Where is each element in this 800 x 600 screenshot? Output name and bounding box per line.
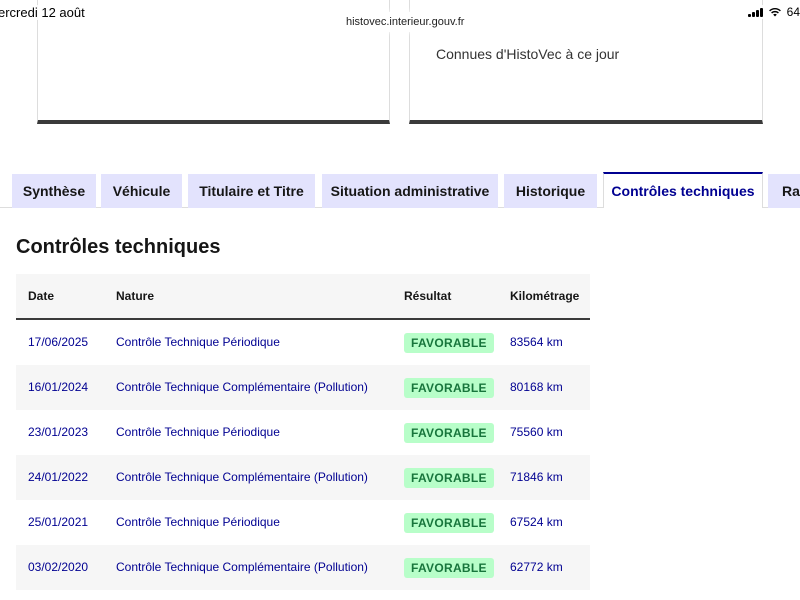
- result-badge: FAVORABLE: [404, 422, 494, 443]
- cell-nature: Contrôle Technique Complémentaire (Pollu…: [116, 380, 368, 394]
- cell-nature: Contrôle Technique Périodique: [116, 425, 280, 439]
- section-title: Contrôles techniques: [16, 236, 221, 258]
- table-header: Date Nature Résultat Kilométrage: [16, 274, 590, 320]
- table-row: 24/01/2022 Contrôle Technique Complément…: [16, 455, 590, 500]
- cell-nature: Contrôle Technique Périodique: [116, 515, 280, 529]
- cell-nature: Contrôle Technique Complémentaire (Pollu…: [116, 470, 368, 484]
- column-header-date: Date: [28, 289, 55, 303]
- tab-rapport[interactable]: Rap: [768, 174, 800, 208]
- tab-bar: Synthèse Véhicule Titulaire et Titre Sit…: [0, 172, 800, 208]
- cell-km: 83564 km: [510, 335, 563, 349]
- result-badge: FAVORABLE: [404, 377, 494, 398]
- table-row: 03/02/2020 Contrôle Technique Complément…: [16, 545, 590, 590]
- table-row: 16/01/2024 Contrôle Technique Complément…: [16, 365, 590, 410]
- tab-vehicule[interactable]: Véhicule: [101, 174, 182, 208]
- cell-date: 24/01/2022: [28, 470, 89, 484]
- table-row: 17/06/2025 Contrôle Technique Périodique…: [16, 320, 590, 365]
- card-right-text: Connues d'HistoVec à ce jour: [436, 46, 620, 62]
- tab-synthese[interactable]: Synthèse: [12, 174, 96, 208]
- result-badge: FAVORABLE: [404, 467, 494, 488]
- cell-result: FAVORABLE: [404, 545, 494, 590]
- result-badge: FAVORABLE: [404, 557, 494, 578]
- cell-km: 75560 km: [510, 425, 563, 439]
- cellular-signal-icon: [747, 7, 763, 17]
- tab-controles-techniques[interactable]: Contrôles techniques: [603, 172, 763, 208]
- cell-result: FAVORABLE: [404, 455, 494, 500]
- cell-date: 03/02/2020: [28, 560, 89, 574]
- cell-nature: Contrôle Technique Périodique: [116, 335, 280, 349]
- cell-result: FAVORABLE: [404, 410, 494, 455]
- cell-result: FAVORABLE: [404, 320, 494, 365]
- table-row: 23/01/2023 Contrôle Technique Périodique…: [16, 410, 590, 455]
- cell-km: 80168 km: [510, 380, 563, 394]
- status-date: ercredi 12 août: [0, 5, 89, 20]
- cell-date: 23/01/2023: [28, 425, 89, 439]
- cell-nature: Contrôle Technique Complémentaire (Pollu…: [116, 560, 368, 574]
- wifi-icon: [768, 7, 781, 17]
- table-row: 25/01/2021 Contrôle Technique Périodique…: [16, 500, 590, 545]
- result-badge: FAVORABLE: [404, 332, 494, 353]
- battery-percentage: 64: [786, 5, 800, 19]
- column-header-result: Résultat: [404, 289, 452, 303]
- cell-km: 62772 km: [510, 560, 563, 574]
- status-bar: ercredi 12 août histovec.interieur.gouv.…: [0, 0, 800, 32]
- inspections-table: Date Nature Résultat Kilométrage 17/06/2…: [16, 274, 590, 590]
- column-header-nature: Nature: [116, 289, 155, 303]
- url-bar[interactable]: histovec.interieur.gouv.fr: [338, 12, 473, 32]
- cell-date: 17/06/2025: [28, 335, 89, 349]
- cell-date: 25/01/2021: [28, 515, 89, 529]
- tab-historique[interactable]: Historique: [504, 174, 597, 208]
- result-badge: FAVORABLE: [404, 512, 494, 533]
- page: Connues d'HistoVec à ce jour ercredi 12 …: [0, 0, 800, 600]
- status-indicators: 64: [747, 5, 800, 19]
- cell-km: 67524 km: [510, 515, 563, 529]
- cell-km: 71846 km: [510, 470, 563, 484]
- tab-titulaire-et-titre[interactable]: Titulaire et Titre: [188, 174, 315, 208]
- tab-situation-administrative[interactable]: Situation administrative: [322, 174, 498, 208]
- cell-date: 16/01/2024: [28, 380, 89, 394]
- cell-result: FAVORABLE: [404, 365, 494, 410]
- cell-result: FAVORABLE: [404, 500, 494, 545]
- column-header-km: Kilométrage: [510, 289, 580, 303]
